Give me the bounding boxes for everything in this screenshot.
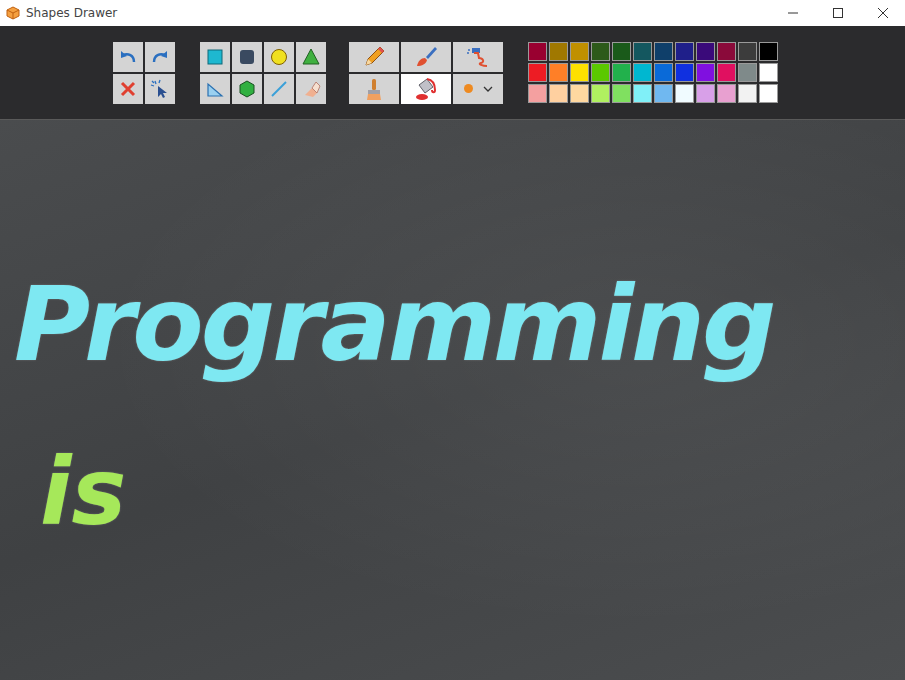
color-swatch[interactable]	[675, 63, 694, 82]
shapes-group	[200, 42, 326, 104]
line-icon	[269, 79, 289, 99]
color-swatch[interactable]	[549, 84, 568, 103]
shape-button[interactable]	[200, 74, 230, 104]
color-swatch[interactable]	[696, 42, 715, 61]
undo-icon	[118, 47, 138, 67]
color-swatch[interactable]	[528, 63, 547, 82]
title-bar: Shapes Drawer	[0, 0, 905, 26]
color-swatch[interactable]	[738, 63, 757, 82]
size-dot	[464, 84, 473, 93]
tool-button[interactable]	[113, 42, 143, 72]
color-swatch[interactable]	[612, 42, 631, 61]
shape-button[interactable]	[200, 42, 230, 72]
rounded-square-icon	[237, 47, 257, 67]
brush-group	[349, 42, 503, 104]
history-group	[113, 42, 175, 104]
color-swatch[interactable]	[570, 63, 589, 82]
shape-button[interactable]	[232, 74, 262, 104]
color-swatch[interactable]	[549, 42, 568, 61]
color-swatch[interactable]	[591, 42, 610, 61]
chalk-text[interactable]: Programming	[14, 262, 774, 387]
color-swatch[interactable]	[633, 84, 652, 103]
tool-button[interactable]	[145, 42, 175, 72]
color-swatch[interactable]	[612, 63, 631, 82]
color-swatch[interactable]	[759, 84, 778, 103]
color-swatch[interactable]	[717, 42, 736, 61]
brush-button[interactable]	[349, 74, 399, 104]
spray-icon	[465, 44, 491, 70]
shape-button[interactable]	[264, 42, 294, 72]
tool-button[interactable]	[113, 74, 143, 104]
color-swatch[interactable]	[738, 84, 757, 103]
square-icon	[205, 47, 225, 67]
color-swatch[interactable]	[633, 42, 652, 61]
close-icon	[878, 8, 888, 18]
app-window: Shapes Drawer Programming is	[0, 0, 905, 680]
color-swatch[interactable]	[591, 84, 610, 103]
shape-button[interactable]	[232, 42, 262, 72]
size-dropdown[interactable]	[453, 74, 503, 104]
tool-button[interactable]	[145, 74, 175, 104]
window-title: Shapes Drawer	[26, 6, 117, 20]
triangle-icon	[301, 47, 321, 67]
color-swatch[interactable]	[717, 63, 736, 82]
redo-icon	[150, 47, 170, 67]
color-swatch[interactable]	[528, 84, 547, 103]
color-swatch[interactable]	[675, 42, 694, 61]
toolbar	[0, 26, 905, 120]
hexagon-icon	[237, 79, 257, 99]
color-swatch[interactable]	[654, 84, 673, 103]
color-swatch[interactable]	[696, 84, 715, 103]
shape-button[interactable]	[296, 42, 326, 72]
color-swatch[interactable]	[570, 84, 589, 103]
minimize-icon	[788, 8, 798, 18]
color-swatch[interactable]	[654, 63, 673, 82]
maximize-button[interactable]	[815, 0, 860, 26]
color-swatch[interactable]	[759, 42, 778, 61]
brush-button[interactable]	[453, 42, 503, 72]
delete-icon	[118, 79, 138, 99]
pencil-icon	[361, 44, 387, 70]
minimize-button[interactable]	[770, 0, 815, 26]
color-swatch[interactable]	[528, 42, 547, 61]
color-palette	[528, 42, 778, 103]
color-swatch[interactable]	[570, 42, 589, 61]
color-swatch[interactable]	[717, 84, 736, 103]
chalk-text[interactable]: is	[40, 438, 126, 548]
color-swatch[interactable]	[549, 63, 568, 82]
cube-icon	[6, 6, 20, 20]
paint-brush-icon	[361, 76, 387, 102]
color-swatch[interactable]	[654, 42, 673, 61]
fill-icon	[413, 76, 439, 102]
color-swatch[interactable]	[738, 42, 757, 61]
color-swatch[interactable]	[612, 84, 631, 103]
brush-button[interactable]	[401, 74, 451, 104]
eraser-icon	[301, 79, 321, 99]
close-button[interactable]	[860, 0, 905, 26]
maximize-icon	[833, 8, 843, 18]
shape-button[interactable]	[296, 74, 326, 104]
brush-button[interactable]	[349, 42, 399, 72]
chevron-down-icon	[483, 84, 493, 94]
brush-icon	[413, 44, 439, 70]
color-swatch[interactable]	[675, 84, 694, 103]
color-swatch[interactable]	[759, 63, 778, 82]
color-swatch[interactable]	[633, 63, 652, 82]
circle-icon	[269, 47, 289, 67]
drawing-canvas[interactable]: Programming is	[0, 120, 905, 680]
color-swatch[interactable]	[696, 63, 715, 82]
shape-button[interactable]	[264, 74, 294, 104]
color-swatch[interactable]	[591, 63, 610, 82]
brush-button[interactable]	[401, 42, 451, 72]
right-triangle-icon	[205, 79, 225, 99]
select-icon	[150, 79, 170, 99]
